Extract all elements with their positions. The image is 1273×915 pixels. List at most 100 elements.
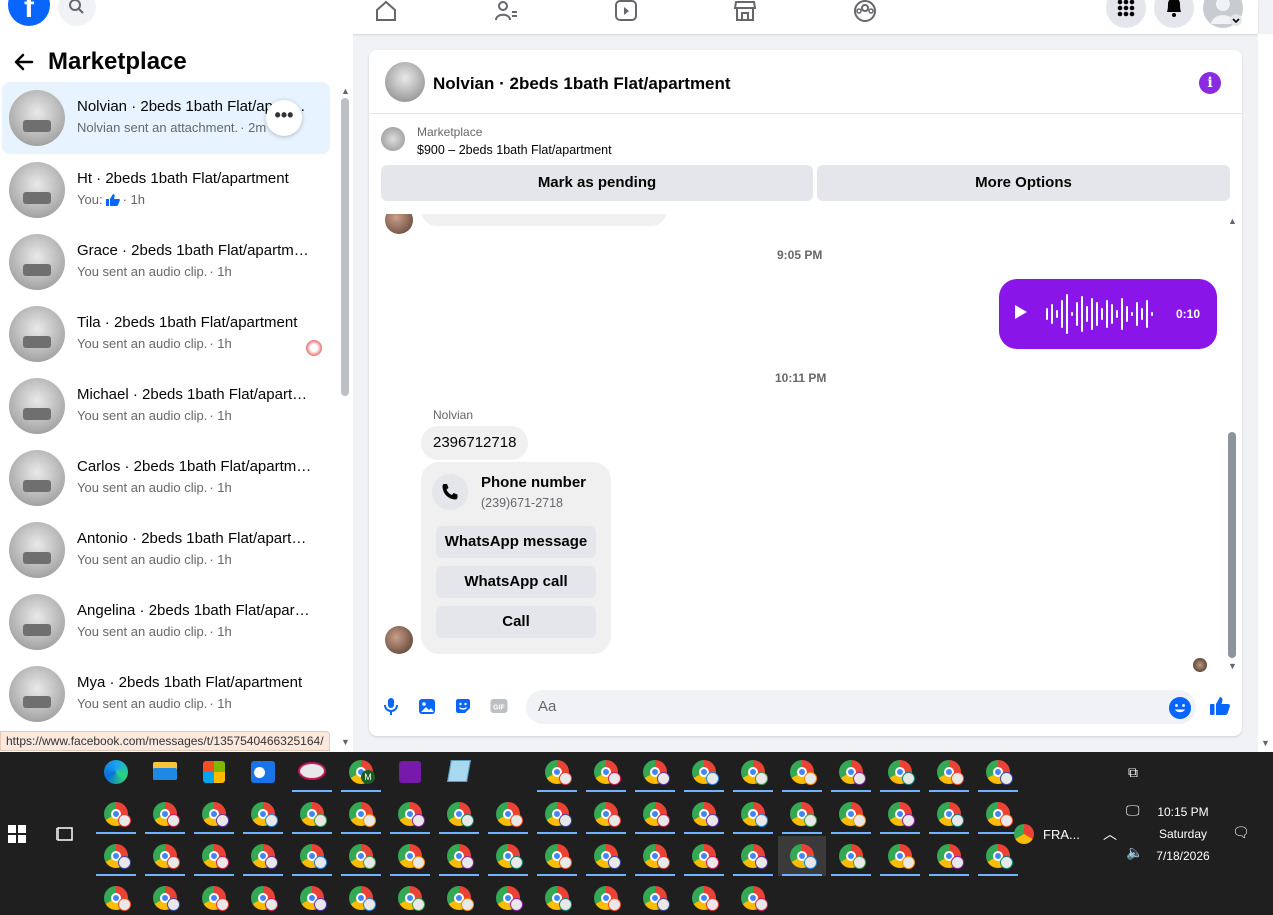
conversation-list-scrollbar[interactable] [341, 98, 349, 396]
notifications-button[interactable] [1154, 0, 1194, 28]
scroll-down-arrow-icon[interactable]: ▼ [1228, 661, 1237, 671]
chrome-profile-icon[interactable] [582, 752, 630, 792]
chrome-profile-icon[interactable] [778, 836, 826, 876]
call-button[interactable]: Call [436, 606, 596, 638]
listing-title[interactable]: $900 – 2beds 1bath Flat/apartment [417, 143, 612, 157]
sticker-icon[interactable] [453, 696, 473, 716]
microphone-icon[interactable] [381, 696, 401, 716]
chrome-profile-icon[interactable] [141, 794, 189, 834]
more-options-button[interactable]: ••• [266, 100, 302, 136]
weather-icon[interactable] [1014, 824, 1034, 844]
chrome-profile-icon[interactable] [386, 878, 434, 915]
chrome-profile-icon[interactable] [533, 878, 581, 915]
chrome-profile-icon[interactable] [680, 878, 728, 915]
chrome-profile-icon[interactable] [337, 836, 385, 876]
chrome-profile-icon[interactable] [680, 794, 728, 834]
chrome-profile-icon[interactable] [582, 878, 630, 915]
chrome-profile-icon[interactable] [778, 794, 826, 834]
play-icon[interactable] [1015, 305, 1027, 319]
notification-center-icon[interactable]: 🗨 [1232, 824, 1250, 841]
marketplace-icon[interactable] [733, 0, 757, 22]
page-scrollbar[interactable]: ▼ [1258, 34, 1273, 752]
chrome-profile-icon[interactable] [190, 794, 238, 834]
conversation-item-grace[interactable]: Grace · 2beds 1bath Flat/apartment You s… [2, 226, 330, 298]
conversation-item-tila[interactable]: Tila · 2beds 1bath Flat/apartment You se… [2, 298, 330, 370]
scroll-down-arrow-icon[interactable]: ▼ [1261, 738, 1270, 748]
conversation-item-antonio[interactable]: Antonio · 2beds 1bath Flat/apartment You… [2, 514, 330, 586]
chat-title[interactable]: Nolvian · 2beds 1bath Flat/apartment [433, 74, 731, 94]
chrome-profile-icon[interactable] [631, 878, 679, 915]
message-input[interactable]: Aa [526, 690, 1196, 724]
chrome-profile-icon[interactable] [386, 794, 434, 834]
chrome-profile-icon[interactable] [92, 794, 140, 834]
info-icon[interactable]: i [1199, 72, 1221, 94]
chrome-profile-icon[interactable] [337, 878, 385, 915]
chrome-profile-icon[interactable] [582, 794, 630, 834]
chrome-profile-icon[interactable] [435, 836, 483, 876]
conversation-item-michael[interactable]: Michael · 2beds 1bath Flat/apartment You… [2, 370, 330, 442]
paint-app-icon[interactable] [288, 752, 336, 792]
chrome-profile-icon[interactable]: M [337, 752, 385, 792]
chrome-profile-icon[interactable] [729, 794, 777, 834]
meet-now-icon[interactable]: ⧉ [1128, 764, 1138, 781]
menu-button[interactable] [1106, 0, 1146, 28]
conversation-item-carlos[interactable]: Carlos · 2beds 1bath Flat/apartment You … [2, 442, 330, 514]
groups-icon[interactable] [853, 0, 877, 22]
network-icon[interactable]: 🖵 [1126, 802, 1140, 819]
like-icon[interactable] [1209, 695, 1231, 717]
chevron-up-icon[interactable]: ︿ [1103, 824, 1117, 844]
chrome-profile-icon[interactable] [729, 878, 777, 915]
chrome-profile-icon[interactable] [925, 752, 973, 792]
facebook-logo-icon[interactable]: f [8, 0, 50, 26]
chrome-profile-icon[interactable] [729, 752, 777, 792]
weather-text[interactable]: FRA... [1043, 827, 1080, 842]
chrome-profile-icon[interactable] [141, 836, 189, 876]
edge-icon[interactable] [92, 752, 140, 792]
chrome-profile-icon[interactable] [925, 794, 973, 834]
chrome-profile-icon[interactable] [680, 752, 728, 792]
chrome-profile-icon[interactable] [876, 752, 924, 792]
chrome-profile-icon[interactable] [239, 878, 287, 915]
clock-time[interactable]: 10:15 PM [1150, 805, 1216, 819]
chrome-profile-icon[interactable] [680, 836, 728, 876]
audio-message[interactable]: 0:10 [999, 279, 1217, 349]
file-explorer-icon[interactable] [141, 752, 189, 792]
scroll-down-arrow-icon[interactable]: ▼ [341, 737, 350, 747]
profile-avatar[interactable] [1203, 0, 1243, 28]
whatsapp-message-button[interactable]: WhatsApp message [436, 526, 596, 558]
scroll-up-arrow-icon[interactable]: ▲ [341, 86, 350, 96]
chrome-profile-icon[interactable] [484, 794, 532, 834]
chrome-profile-icon[interactable] [484, 836, 532, 876]
conversation-item-mya[interactable]: Mya · 2beds 1bath Flat/apartment You sen… [2, 658, 330, 730]
mail-icon[interactable] [239, 752, 287, 792]
home-icon[interactable] [374, 0, 398, 22]
conversation-item-angelina[interactable]: Angelina · 2beds 1bath Flat/apartment Yo… [2, 586, 330, 658]
back-arrow-icon[interactable] [12, 50, 36, 74]
chrome-profile-icon[interactable] [533, 752, 581, 792]
chrome-profile-icon[interactable] [435, 794, 483, 834]
chrome-profile-icon[interactable] [386, 836, 434, 876]
chrome-profile-icon[interactable] [876, 836, 924, 876]
friends-icon[interactable] [494, 0, 518, 22]
chrome-profile-icon[interactable] [631, 836, 679, 876]
onenote-icon[interactable] [386, 752, 434, 792]
chrome-profile-icon[interactable] [484, 878, 532, 915]
chrome-profile-icon[interactable] [288, 794, 336, 834]
scroll-up-arrow-icon[interactable]: ▲ [1228, 216, 1237, 226]
chrome-profile-icon[interactable] [92, 878, 140, 915]
search-button[interactable] [58, 0, 96, 26]
chrome-profile-icon[interactable] [778, 752, 826, 792]
chrome-profile-icon[interactable] [974, 752, 1022, 792]
microsoft-store-icon[interactable] [190, 752, 238, 792]
windows-start-icon[interactable] [8, 825, 26, 843]
conversation-item-ht[interactable]: Ht · 2beds 1bath Flat/apartment You: · 1… [2, 154, 330, 226]
mark-as-pending-button[interactable]: Mark as pending [381, 165, 813, 201]
emoji-icon[interactable] [1169, 697, 1191, 719]
chrome-profile-icon[interactable] [288, 878, 336, 915]
notepad-icon[interactable] [435, 752, 483, 792]
gif-icon[interactable]: GIF [489, 696, 509, 716]
clock-date[interactable]: 7/18/2026 [1150, 849, 1216, 863]
video-icon[interactable] [614, 0, 638, 22]
chrome-profile-icon[interactable] [729, 836, 777, 876]
chrome-profile-icon[interactable] [141, 878, 189, 915]
